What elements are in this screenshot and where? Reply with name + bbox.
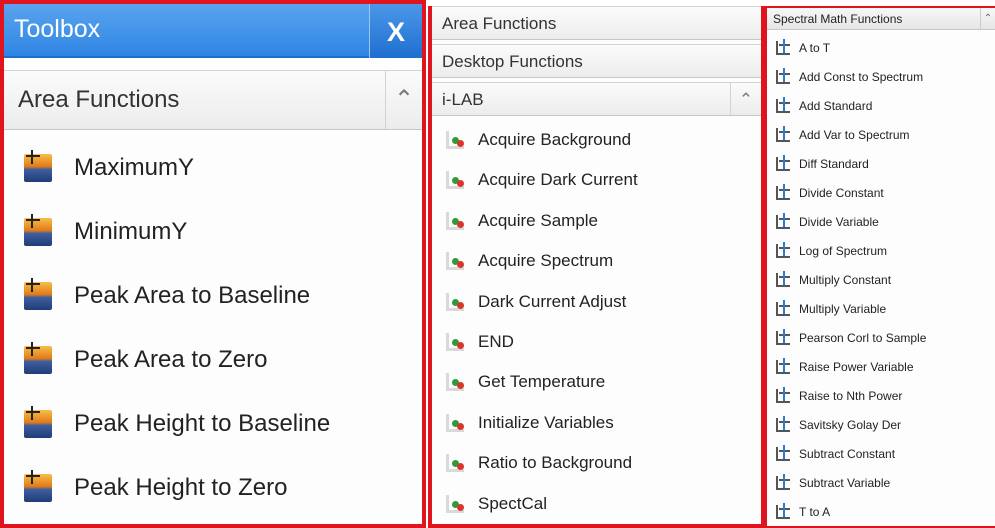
- list-item-label: Multiply Variable: [799, 302, 887, 316]
- toolbox-title: Toolbox: [14, 15, 101, 43]
- list-item-label: Ratio to Background: [478, 453, 633, 473]
- list-item-label: Peak Height to Zero: [74, 474, 288, 501]
- list-item-label: Diff Standard: [799, 157, 869, 171]
- ilab-function-icon: [446, 454, 464, 473]
- list-item-label: SpectCal: [478, 493, 547, 513]
- chevron-up-icon[interactable]: ⌃: [980, 8, 995, 29]
- list-item-label: Pearson Corl to Sample: [799, 331, 927, 345]
- ilab-function-icon: [446, 211, 464, 230]
- list-item-label: T to A: [799, 505, 831, 519]
- list-item-label: Divide Constant: [799, 186, 884, 200]
- list-item-label: Subtract Variable: [799, 476, 891, 490]
- list-item-label: END: [478, 332, 514, 351]
- list-item-label: Acquire Dark Current: [478, 170, 638, 190]
- list-item-label: MaximumY: [74, 154, 195, 181]
- spectral-math-icon: [776, 416, 790, 432]
- functions-panel: Area Functions Desktop Functions i-LAB ⌃…: [428, 6, 765, 528]
- ilab-function-icon: [446, 373, 464, 392]
- chevron-up-icon[interactable]: ⌃: [730, 83, 761, 115]
- list-item-label: Acquire Spectrum: [478, 251, 614, 271]
- section-header-spectral-math[interactable]: Spectral Math Functions ⌃: [767, 8, 995, 30]
- spectral-math-icon: [776, 155, 790, 171]
- list-item-label: A to T: [799, 41, 831, 55]
- list-item-label: Dark Current Adjust: [478, 291, 627, 311]
- ilab-function-icon: [446, 131, 464, 149]
- close-button[interactable]: X: [369, 4, 422, 58]
- list-item-label: MinimumY: [74, 218, 188, 245]
- spectral-math-icon: [776, 126, 790, 142]
- chevron-up-icon[interactable]: ⌃: [385, 71, 422, 129]
- spectral-math-icon: [776, 39, 790, 55]
- spectral-math-icon: [776, 387, 790, 403]
- peak-function-icon: [24, 342, 52, 374]
- spectral-math-icon: [776, 503, 790, 519]
- ilab-function-icon: [446, 333, 464, 351]
- list-item-label: Savitsky Golay Der: [799, 418, 902, 432]
- toolbox-panel: Toolbox X Area Functions ⌃ MaximumY Minim…: [0, 0, 426, 528]
- list-item-label: Acquire Sample: [478, 210, 599, 230]
- section-header-area-functions[interactable]: Area Functions: [432, 6, 761, 40]
- spectral-math-icon: [776, 445, 790, 461]
- list-item-label: Add Var to Spectrum: [799, 128, 910, 142]
- list-item-label: Add Standard: [799, 99, 873, 113]
- list-item-label: Initialize Variables: [478, 412, 614, 432]
- section-header-i-lab[interactable]: i-LAB ⌃: [432, 82, 761, 116]
- list-item-label: Get Temperature: [478, 372, 606, 392]
- ilab-function-icon: [446, 413, 464, 432]
- list-item-label: Divide Variable: [799, 215, 879, 229]
- list-item-label: Raise Power Variable: [799, 360, 914, 374]
- ilab-function-icon: [446, 252, 464, 271]
- list-item-label: Acquire Background: [478, 130, 632, 149]
- ilab-function-icon: [446, 171, 464, 190]
- list-item-label: Log of Spectrum: [799, 244, 888, 258]
- ilab-function-icon: [446, 494, 464, 513]
- section-header-desktop-functions[interactable]: Desktop Functions: [432, 44, 761, 78]
- spectral-math-icon: [776, 329, 790, 345]
- list-item-label: Multiply Constant: [799, 273, 892, 287]
- peak-function-icon: [24, 150, 52, 182]
- peak-function-icon: [24, 406, 52, 438]
- list-item-label: Subtract Constant: [799, 447, 896, 461]
- section-label: Area Functions: [442, 14, 557, 33]
- section-label: Desktop Functions: [442, 52, 583, 71]
- spectral-math-icon: [776, 358, 790, 374]
- spectral-math-icon: [776, 97, 790, 113]
- section-label: i-LAB: [442, 90, 484, 109]
- list-item-label: Peak Height to Baseline: [74, 410, 331, 437]
- toolbox-title-bar: Toolbox: [4, 4, 422, 58]
- peak-function-icon: [24, 278, 52, 310]
- list-item-label: Add Const to Spectrum: [799, 70, 924, 84]
- peak-function-icon: [24, 214, 52, 246]
- list-item-label: Raise to Nth Power: [799, 389, 903, 403]
- spectral-math-icon: [776, 68, 790, 84]
- spectral-math-icon: [776, 474, 790, 490]
- ilab-function-icon: [446, 292, 464, 311]
- section-label: Spectral Math Functions: [773, 12, 903, 26]
- list-item-label: Peak Area to Zero: [74, 346, 268, 373]
- peak-function-icon: [24, 470, 52, 502]
- spectral-math-icon: [776, 213, 790, 229]
- section-header-area-functions[interactable]: Area Functions ⌃: [4, 70, 422, 130]
- section-label: Area Functions: [18, 86, 180, 113]
- spectral-math-icon: [776, 184, 790, 200]
- spectral-math-icon: [776, 300, 790, 316]
- spectral-math-icon: [776, 242, 790, 258]
- list-item-label: Peak Area to Baseline: [74, 282, 311, 309]
- spectral-math-panel: Spectral Math Functions ⌃ A to T Add Cons…: [765, 6, 995, 528]
- spectral-math-icon: [776, 271, 790, 287]
